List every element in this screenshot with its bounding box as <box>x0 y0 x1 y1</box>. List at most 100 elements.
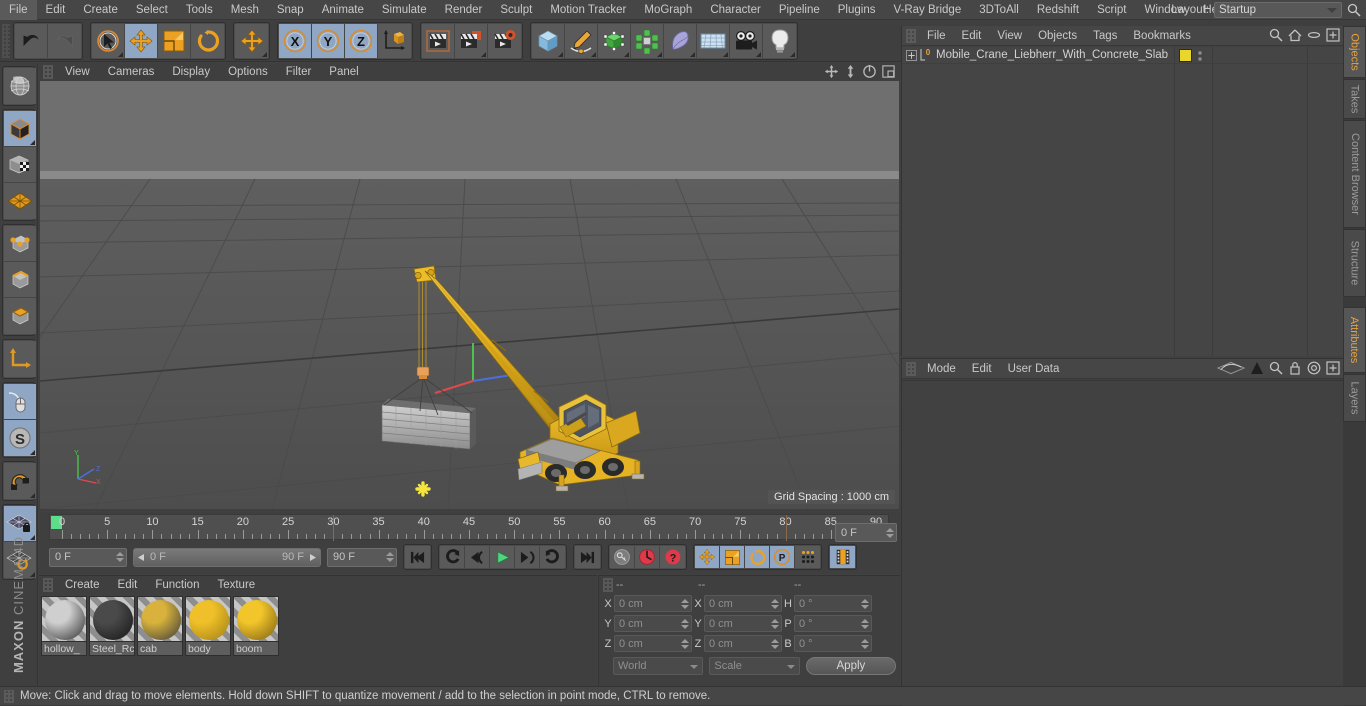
zoom-icon[interactable] <box>843 64 858 79</box>
menu-item-select[interactable]: Select <box>127 0 177 20</box>
play-button[interactable] <box>490 546 515 568</box>
edge-mode-button[interactable] <box>4 262 36 298</box>
material-item[interactable]: Steel_Rc <box>89 596 135 656</box>
render-settings-button[interactable] <box>488 23 521 58</box>
key-param-button[interactable]: P <box>770 546 795 568</box>
menu-item-simulate[interactable]: Simulate <box>373 0 436 20</box>
lock-y-button[interactable]: Y <box>312 23 345 58</box>
object-menu-bookmarks[interactable]: Bookmarks <box>1125 26 1199 46</box>
material-thumbnail[interactable] <box>137 596 183 642</box>
object-axis-button[interactable] <box>4 341 36 377</box>
magnet-button[interactable] <box>4 463 36 499</box>
coordinates-grip[interactable] <box>603 577 613 592</box>
coordinate-mode-dropdown[interactable]: Scale <box>709 657 800 675</box>
menu-item-script[interactable]: Script <box>1088 0 1135 20</box>
menu-item-snap[interactable]: Snap <box>268 0 313 20</box>
viewport-menu-panel[interactable]: Panel <box>320 63 367 81</box>
coordinate-position-field[interactable]: 0 cm <box>614 595 692 612</box>
step-back-button[interactable] <box>465 546 490 568</box>
search-icon[interactable] <box>1347 3 1361 17</box>
keyframe-help-button[interactable]: ? <box>660 546 685 568</box>
search-icon[interactable] <box>1269 361 1283 375</box>
key-pla-button[interactable] <box>795 546 820 568</box>
menu-item-plugins[interactable]: Plugins <box>829 0 885 20</box>
bend-deformer-button[interactable] <box>664 23 697 58</box>
home-icon[interactable] <box>1288 28 1302 42</box>
render-region-button[interactable] <box>455 23 488 58</box>
object-menu-file[interactable]: File <box>919 26 954 46</box>
toolbar-grip[interactable] <box>2 23 10 58</box>
polygon-mode-button[interactable] <box>4 298 36 334</box>
menu-item-sculpt[interactable]: Sculpt <box>491 0 541 20</box>
translate-button[interactable] <box>235 23 268 58</box>
coordinate-position-field[interactable]: 0 cm <box>614 615 692 632</box>
material-item[interactable]: boom <box>233 596 279 656</box>
viewport-menu-filter[interactable]: Filter <box>277 63 321 81</box>
point-mode-button[interactable] <box>4 226 36 262</box>
coordinate-spinner[interactable] <box>681 597 689 610</box>
min-frame-field[interactable]: 0 F <box>49 547 127 567</box>
maximize-view-icon[interactable] <box>881 64 896 79</box>
material-thumbnail[interactable] <box>233 596 279 642</box>
table-row[interactable]: 0 Mobile_Crane_Liebherr_With_Concrete_Sl… <box>902 47 1344 64</box>
add-spline-button[interactable] <box>565 23 598 58</box>
viewport-menu-cameras[interactable]: Cameras <box>99 63 164 81</box>
material-grip[interactable] <box>43 578 53 592</box>
coordinate-spinner[interactable] <box>681 617 689 630</box>
coordinate-spinner[interactable] <box>861 597 869 610</box>
go-to-start-button[interactable] <box>405 546 430 568</box>
object-menu-view[interactable]: View <box>989 26 1030 46</box>
coordinate-spinner[interactable] <box>771 637 779 650</box>
scale-tool-button[interactable] <box>158 23 191 58</box>
material-thumbnail[interactable] <box>89 596 135 642</box>
timeline-button[interactable] <box>830 546 855 568</box>
side-tab-structure[interactable]: Structure <box>1343 229 1366 297</box>
timeline-playhead[interactable] <box>333 515 335 541</box>
undo-button[interactable] <box>15 23 48 58</box>
rotate-view-icon[interactable] <box>862 64 877 79</box>
coordinate-size-field[interactable]: 0 cm <box>704 595 782 612</box>
range-left-arrow-icon[interactable] <box>137 553 146 562</box>
viewport-menu-options[interactable]: Options <box>219 63 277 81</box>
go-to-end-button[interactable] <box>575 546 600 568</box>
coordinate-rotation-field[interactable]: 0 ° <box>794 595 872 612</box>
viewport-menu-view[interactable]: View <box>56 63 99 81</box>
viewport-mesh-button[interactable] <box>4 183 36 219</box>
key-scale-button[interactable] <box>720 546 745 568</box>
attribute-menu-mode[interactable]: Mode <box>919 359 964 379</box>
material-thumbnail[interactable] <box>41 596 87 642</box>
coordinate-rotation-field[interactable]: 0 ° <box>794 635 872 652</box>
menu-item-v-ray-bridge[interactable]: V-Ray Bridge <box>884 0 970 20</box>
menu-item-motion-tracker[interactable]: Motion Tracker <box>541 0 635 20</box>
soft-selection-button[interactable]: S <box>4 420 36 456</box>
previous-key-button[interactable] <box>440 546 465 568</box>
arrow-up-icon[interactable] <box>1250 361 1264 375</box>
material-item[interactable]: hollow_ <box>41 596 87 656</box>
object-tree[interactable]: 0 Mobile_Crane_Liebherr_With_Concrete_Sl… <box>902 47 1344 356</box>
side-tab-content-browser[interactable]: Content Browser <box>1343 120 1366 228</box>
menu-item-file[interactable]: File <box>0 0 37 20</box>
coordinate-spinner[interactable] <box>861 617 869 630</box>
pan-icon[interactable] <box>824 64 839 79</box>
current-frame-spinner[interactable] <box>885 526 894 540</box>
menu-item-redshift[interactable]: Redshift <box>1028 0 1088 20</box>
preview-range-slider[interactable]: 0 F 90 F <box>133 547 321 567</box>
material-menu-create[interactable]: Create <box>56 576 109 594</box>
lock-z-button[interactable]: Z <box>345 23 378 58</box>
attribute-menu-user-data[interactable]: User Data <box>1000 359 1068 379</box>
max-frame-field[interactable]: 90 F <box>327 547 397 567</box>
world-coordinates-button[interactable] <box>378 23 411 58</box>
add-cube-button[interactable] <box>532 23 565 58</box>
timeline-ruler[interactable]: 051015202530354045505560657075808590 <box>49 514 889 541</box>
target-icon[interactable] <box>1307 361 1321 375</box>
next-key-button[interactable] <box>540 546 565 568</box>
enable-snap-button[interactable] <box>4 384 36 420</box>
material-item[interactable]: body <box>185 596 231 656</box>
current-frame-field[interactable]: 0 F <box>835 523 897 542</box>
viewport-grip[interactable] <box>43 65 53 79</box>
menu-item-create[interactable]: Create <box>74 0 127 20</box>
attribute-menu-edit[interactable]: Edit <box>964 359 1000 379</box>
autokey-button[interactable] <box>610 546 635 568</box>
nurbs-button[interactable] <box>598 23 631 58</box>
layout-dropdown[interactable]: Startup <box>1214 2 1342 18</box>
